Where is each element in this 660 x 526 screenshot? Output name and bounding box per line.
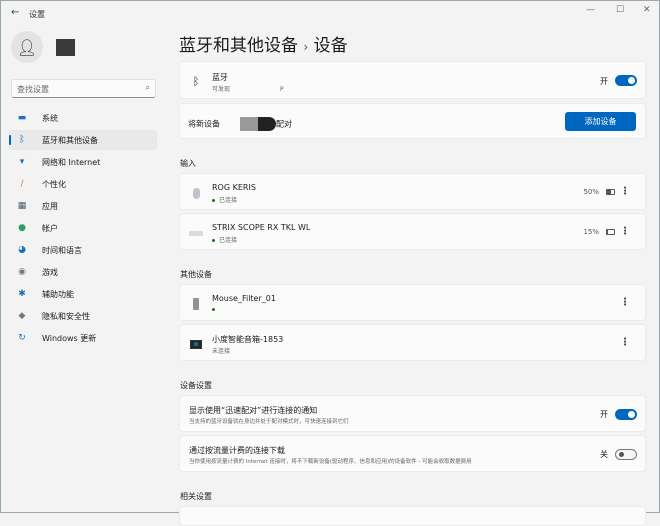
breadcrumb-current: 设备 bbox=[313, 36, 348, 56]
bluetooth-icon: ᛒ bbox=[19, 135, 25, 145]
sidebar-item-bluetooth[interactable]: ᛒ 蓝牙和其他设备 bbox=[9, 130, 157, 150]
breadcrumb-parent[interactable]: 蓝牙和其他设备 bbox=[179, 36, 298, 56]
keyboard-icon bbox=[189, 226, 203, 240]
sidebar-item-label: 网络和 Internet bbox=[42, 157, 101, 167]
bluetooth-subtitle: 可发现 P bbox=[212, 86, 284, 93]
toggle-state-label: 关 bbox=[600, 450, 608, 459]
device-status bbox=[212, 306, 219, 313]
device-name: STRIX SCOPE RX TKL WL bbox=[212, 223, 311, 232]
bluetooth-title: 蓝牙 bbox=[212, 73, 228, 82]
device-name: Mouse_Filter_01 bbox=[212, 294, 276, 303]
battery-percent: 50% bbox=[583, 188, 599, 196]
pair-device-card: 将新设备 配对 添加设备 bbox=[179, 103, 646, 139]
device-row[interactable]: ROG KERIS 已连接 50% ⋮ bbox=[179, 173, 646, 210]
bluetooth-toggle[interactable] bbox=[615, 75, 637, 86]
back-arrow-icon[interactable]: ← bbox=[11, 7, 19, 18]
add-device-button[interactable]: 添加设备 bbox=[565, 112, 636, 131]
sidebar-item-apps[interactable]: ▦ 应用 bbox=[9, 196, 157, 216]
account-name-redacted bbox=[56, 39, 75, 56]
display-icon: ≋ bbox=[189, 337, 203, 351]
update-icon: ↻ bbox=[18, 333, 26, 343]
minimize-button[interactable]: — bbox=[586, 5, 595, 15]
device-row[interactable]: ≋ 小度智能音箱-1853 未连接 ⋮ bbox=[179, 324, 646, 361]
sidebar-item-label: 蓝牙和其他设备 bbox=[42, 135, 98, 145]
sidebar-item-label: 系统 bbox=[42, 113, 58, 123]
bluetooth-icon: ᛒ bbox=[192, 74, 200, 88]
globe-icon: ◕ bbox=[18, 245, 26, 255]
active-indicator bbox=[9, 135, 11, 145]
more-options-icon[interactable]: ⋮ bbox=[620, 337, 630, 348]
person-icon: 👤︎ bbox=[16, 37, 38, 57]
mouse-icon bbox=[189, 186, 203, 200]
sidebar-item-label: 隐私和安全性 bbox=[42, 311, 90, 321]
battery-icon bbox=[606, 229, 615, 235]
setting-title: 通过按流量计费的连接下载 bbox=[189, 446, 285, 455]
section-other-devices: 其他设备 bbox=[180, 270, 212, 279]
sidebar-item-wifi[interactable]: ▾ 网络和 Internet bbox=[9, 152, 157, 172]
avatar[interactable]: 👤︎ bbox=[11, 31, 43, 63]
sidebar-item-monitor[interactable]: ▬ 系统 bbox=[9, 108, 157, 128]
toggle-state-label: 开 bbox=[600, 410, 608, 419]
breadcrumb-separator: › bbox=[303, 40, 309, 54]
sidebar-item-accessibility[interactable]: ✱ 辅助功能 bbox=[9, 284, 157, 304]
more-options-icon[interactable]: ⋮ bbox=[620, 226, 630, 237]
page-title: 蓝牙和其他设备 › 设备 bbox=[179, 31, 348, 56]
sidebar-item-label: 个性化 bbox=[42, 179, 66, 189]
setting-row: 显示使用“迅速配对”进行连接的通知 当支持的蓝牙设备就在身边并处于配对模式时，可… bbox=[179, 395, 646, 432]
sidebar-item-globe[interactable]: ◕ 时间和语言 bbox=[9, 240, 157, 260]
search-icon: ⌕ bbox=[145, 83, 150, 92]
wifi-icon: ▾ bbox=[19, 157, 25, 167]
accessibility-icon: ✱ bbox=[18, 289, 26, 299]
search-input[interactable]: 查找设置 ⌕ bbox=[11, 79, 156, 98]
setting-description: 当你使用按流量计费的 Internet 连接时，将不下载新设备(驱动程序、信息和… bbox=[189, 459, 472, 465]
setting-title: 显示使用“迅速配对”进行连接的通知 bbox=[189, 406, 318, 415]
search-placeholder: 查找设置 bbox=[17, 85, 49, 94]
battery-icon bbox=[606, 189, 615, 195]
related-settings-card bbox=[179, 506, 646, 526]
device-status: 已连接 bbox=[212, 195, 237, 204]
apps-icon: ▦ bbox=[17, 201, 27, 211]
pair-text: 将新设备 配对 bbox=[188, 117, 292, 131]
bluetooth-card: ᛒ 蓝牙 可发现 P 开 bbox=[179, 61, 646, 99]
monitor-icon: ▬ bbox=[17, 113, 27, 123]
device-status: 已连接 bbox=[212, 235, 237, 244]
gamepad-icon: ◉ bbox=[18, 267, 26, 277]
sidebar-item-person[interactable]: ● 帐户 bbox=[9, 218, 157, 238]
brush-icon: ∕ bbox=[20, 179, 24, 189]
section-input: 输入 bbox=[180, 159, 196, 168]
device-name: 小度智能音箱-1853 bbox=[212, 335, 284, 344]
bluetooth-state-label: 开 bbox=[600, 77, 608, 86]
setting-row: 通过按流量计费的连接下载 当你使用按流量计费的 Internet 连接时，将不下… bbox=[179, 435, 646, 472]
device-row[interactable]: STRIX SCOPE RX TKL WL 已连接 15% ⋮ bbox=[179, 213, 646, 250]
sidebar-item-update[interactable]: ↻ Windows 更新 bbox=[9, 328, 157, 348]
device-name: ROG KERIS bbox=[212, 183, 256, 192]
maximize-button[interactable]: ☐ bbox=[616, 5, 624, 15]
sidebar-item-label: 时间和语言 bbox=[42, 245, 82, 255]
sidebar-item-label: Windows 更新 bbox=[42, 333, 97, 343]
sidebar-item-label: 帐户 bbox=[42, 223, 58, 233]
person-icon: ● bbox=[18, 223, 26, 233]
setting-toggle[interactable] bbox=[615, 449, 637, 460]
setting-description: 当支持的蓝牙设备就在身边并处于配对模式时，可快速连接到它们 bbox=[189, 419, 349, 425]
sidebar-item-brush[interactable]: ∕ 个性化 bbox=[9, 174, 157, 194]
window-title: 设置 bbox=[29, 10, 45, 19]
section-related-settings: 相关设置 bbox=[180, 492, 212, 501]
sidebar-item-shield[interactable]: ◆ 隐私和安全性 bbox=[9, 306, 157, 326]
device-icon bbox=[189, 297, 203, 311]
section-device-settings: 设备设置 bbox=[180, 381, 212, 390]
device-status: 未连接 bbox=[212, 348, 231, 355]
sidebar-item-label: 应用 bbox=[42, 201, 58, 211]
sidebar-item-label: 游戏 bbox=[42, 267, 58, 277]
title-bar: ← 设置 — ☐ ✕ bbox=[1, 1, 660, 27]
setting-toggle[interactable] bbox=[615, 409, 637, 420]
more-options-icon[interactable]: ⋮ bbox=[620, 186, 630, 197]
sidebar-item-label: 辅助功能 bbox=[42, 289, 74, 299]
battery-percent: 15% bbox=[583, 228, 599, 236]
sidebar-item-gamepad[interactable]: ◉ 游戏 bbox=[9, 262, 157, 282]
more-options-icon[interactable]: ⋮ bbox=[620, 297, 630, 308]
device-row[interactable]: Mouse_Filter_01 ⋮ bbox=[179, 284, 646, 321]
close-button[interactable]: ✕ bbox=[643, 5, 651, 15]
shield-icon: ◆ bbox=[18, 311, 26, 321]
